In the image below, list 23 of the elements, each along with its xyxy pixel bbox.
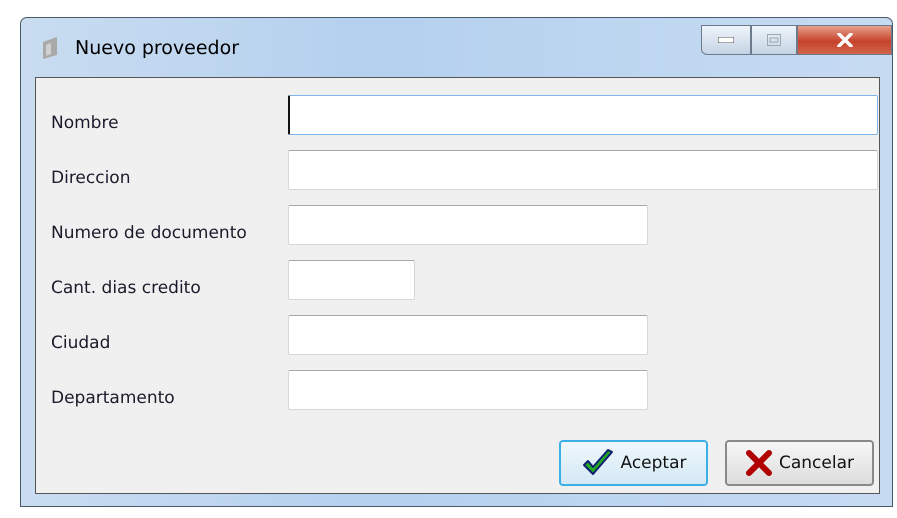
close-icon (836, 33, 854, 47)
field-label: Numero de documento (51, 223, 248, 245)
field-label: Nombre (51, 113, 120, 135)
field-label: Direccion (51, 168, 132, 190)
field-label: Ciudad (51, 333, 112, 355)
minimize-button[interactable] (701, 25, 751, 55)
cross-icon (745, 449, 773, 477)
cancel-button[interactable]: Cancelar (725, 440, 874, 486)
window-title: Nuevo proveedor (75, 36, 240, 58)
maximize-button[interactable] (751, 25, 797, 55)
field-label: Departamento (51, 388, 176, 410)
input-field[interactable] (288, 315, 648, 355)
field-label: Cant. dias credito (51, 278, 202, 300)
maximize-icon (767, 34, 781, 46)
input-field[interactable] (288, 370, 648, 410)
accept-button[interactable]: Aceptar (559, 440, 708, 486)
input-field[interactable] (288, 95, 878, 135)
checkmark-icon (580, 448, 614, 478)
minimize-icon (718, 37, 734, 43)
close-button[interactable] (797, 25, 892, 55)
input-field[interactable] (288, 205, 648, 245)
input-field[interactable] (288, 150, 878, 190)
input-field[interactable] (288, 260, 415, 300)
